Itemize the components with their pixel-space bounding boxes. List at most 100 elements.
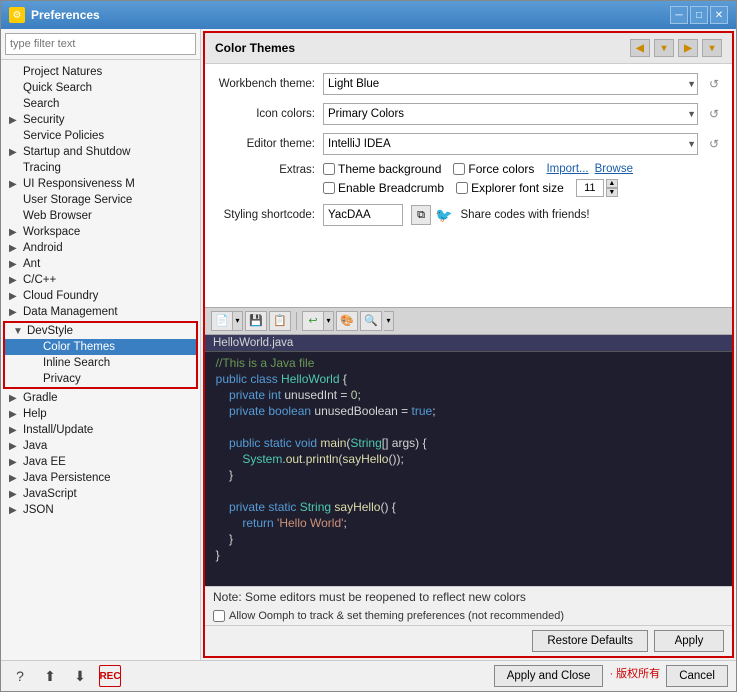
import-button[interactable]: Import... bbox=[546, 163, 588, 175]
preferences-window: ⚙ Preferences ─ □ ✕ Project Natures Quic… bbox=[0, 0, 737, 692]
sidebar-item-android[interactable]: ▶Android bbox=[1, 240, 200, 256]
restore-defaults-button[interactable]: Restore Defaults bbox=[532, 630, 648, 652]
editor-theme-select[interactable]: IntelliJ IDEA bbox=[323, 133, 698, 155]
note-text: Note: Some editors must be reopened to r… bbox=[213, 590, 526, 604]
theme-bg-checkbox[interactable]: Theme background bbox=[323, 162, 441, 176]
nav-separator2: ▾ bbox=[702, 39, 722, 57]
sidebar-item-search[interactable]: Search bbox=[1, 96, 200, 112]
workbench-select[interactable]: Light Blue bbox=[323, 73, 698, 95]
extras-content: Theme background Force colors Import... … bbox=[323, 162, 633, 197]
toolbar-saveas-btn[interactable]: 📋 bbox=[269, 311, 291, 331]
title-bar: ⚙ Preferences ─ □ ✕ bbox=[1, 1, 736, 29]
force-colors-label: Force colors bbox=[468, 162, 534, 176]
minimize-button[interactable]: ─ bbox=[670, 6, 688, 24]
sidebar-item-security[interactable]: ▶Security bbox=[1, 112, 200, 128]
explorer-font-checkbox[interactable]: Explorer font size bbox=[456, 181, 564, 195]
sidebar-item-user-storage[interactable]: User Storage Service bbox=[1, 192, 200, 208]
code-line: System.out.println(sayHello()); bbox=[205, 452, 732, 468]
sidebar-item-quick-search[interactable]: Quick Search bbox=[1, 80, 200, 96]
sidebar-item-cpp[interactable]: ▶C/C++ bbox=[1, 272, 200, 288]
help-icon[interactable]: ? bbox=[9, 665, 31, 687]
filter-input[interactable] bbox=[5, 33, 196, 55]
shortcode-label: Styling shortcode: bbox=[215, 209, 315, 221]
sidebar-item-help[interactable]: ▶Help bbox=[1, 406, 200, 422]
workbench-row: Workbench theme: Light Blue ▼ ↺ bbox=[215, 72, 722, 96]
toolbar-sep1 bbox=[296, 312, 297, 330]
sidebar-item-data-management[interactable]: ▶Data Management bbox=[1, 304, 200, 320]
filename-bar: HelloWorld.java bbox=[205, 335, 732, 352]
sidebar-item-tracing[interactable]: Tracing bbox=[1, 160, 200, 176]
nav-back-button[interactable]: ◀ bbox=[630, 39, 650, 57]
toolbar-file-dropdown[interactable]: ▾ bbox=[233, 311, 243, 331]
right-panel: Color Themes ◀ ▾ ▶ ▾ Workbench theme: Li… bbox=[203, 31, 734, 658]
sidebar-item-ui-responsiveness[interactable]: ▶UI Responsiveness M bbox=[1, 176, 200, 192]
code-line bbox=[205, 420, 732, 436]
code-editor[interactable]: //This is a Java file public class Hello… bbox=[205, 352, 732, 587]
shortcode-input[interactable] bbox=[323, 204, 403, 226]
font-size-input[interactable] bbox=[576, 179, 604, 197]
sidebar-item-java[interactable]: ▶Java bbox=[1, 438, 200, 454]
oomph-checkbox[interactable] bbox=[213, 610, 225, 622]
sidebar-item-javascript[interactable]: ▶JavaScript bbox=[1, 486, 200, 502]
theme-bg-label: Theme background bbox=[338, 162, 441, 176]
close-button[interactable]: ✕ bbox=[710, 6, 728, 24]
code-line: } bbox=[205, 468, 732, 484]
window-controls: ─ □ ✕ bbox=[670, 6, 728, 24]
workbench-refresh-icon[interactable]: ↺ bbox=[706, 76, 722, 92]
cancel-button[interactable]: Cancel bbox=[666, 665, 728, 687]
sidebar-item-java-ee[interactable]: ▶Java EE bbox=[1, 454, 200, 470]
spinner-down[interactable]: ▼ bbox=[606, 188, 618, 197]
icon-colors-refresh-icon[interactable]: ↺ bbox=[706, 106, 722, 122]
export-icon[interactable]: ⬇ bbox=[69, 665, 91, 687]
sidebar-item-json[interactable]: ▶JSON bbox=[1, 502, 200, 518]
code-line: private boolean unusedBoolean = true; bbox=[205, 404, 732, 420]
code-line: //This is a Java file bbox=[205, 356, 732, 372]
sidebar-item-workspace[interactable]: ▶ Workspace bbox=[1, 224, 200, 240]
editor-theme-refresh-icon[interactable]: ↺ bbox=[706, 136, 722, 152]
twitter-icon[interactable]: 🐦 bbox=[435, 207, 452, 224]
sidebar-item-java-persistence[interactable]: ▶Java Persistence bbox=[1, 470, 200, 486]
shortcode-row: Styling shortcode: ⧉ 🐦 Share codes with … bbox=[215, 203, 722, 227]
toolbar-file-btn[interactable]: 📄 bbox=[211, 311, 233, 331]
sidebar-item-startup[interactable]: ▶Startup and Shutdow bbox=[1, 144, 200, 160]
browse-button[interactable]: Browse bbox=[595, 163, 633, 175]
sidebar-item-devstyle[interactable]: ▼DevStyle bbox=[5, 323, 196, 339]
extras-row1: Theme background Force colors Import... … bbox=[323, 162, 633, 176]
import-icon[interactable]: ⬆ bbox=[39, 665, 61, 687]
sidebar-item-privacy[interactable]: Privacy bbox=[5, 371, 196, 387]
apply-button[interactable]: Apply bbox=[654, 630, 724, 652]
bottom-right: Apply and Close · 版权所有 Cancel bbox=[494, 665, 728, 687]
code-line: } bbox=[205, 532, 732, 548]
sidebar-item-install-update[interactable]: ▶Install/Update bbox=[1, 422, 200, 438]
apply-close-button[interactable]: Apply and Close bbox=[494, 665, 604, 687]
sidebar-item-cloud-foundry[interactable]: ▶Cloud Foundry bbox=[1, 288, 200, 304]
workbench-select-wrapper: Light Blue ▼ bbox=[323, 73, 698, 95]
record-icon[interactable]: REC bbox=[99, 665, 121, 687]
toolbar-search-btn[interactable]: 🔍 bbox=[360, 311, 382, 331]
enable-breadcrumb-checkbox[interactable]: Enable Breadcrumb bbox=[323, 181, 444, 195]
extras-row2: Enable Breadcrumb Explorer font size ▲ bbox=[323, 179, 633, 197]
copy-icon[interactable]: ⧉ bbox=[411, 205, 431, 225]
code-line: public class HelloWorld { bbox=[205, 372, 732, 388]
toolbar-palette-btn[interactable]: 🎨 bbox=[336, 311, 358, 331]
sidebar-item-project-natures[interactable]: Project Natures bbox=[1, 64, 200, 80]
sidebar: Project Natures Quick Search Search ▶Sec… bbox=[1, 29, 201, 660]
sidebar-item-web-browser[interactable]: Web Browser bbox=[1, 208, 200, 224]
restore-button[interactable]: □ bbox=[690, 6, 708, 24]
sidebar-item-color-themes[interactable]: Color Themes bbox=[5, 339, 196, 355]
icon-colors-select[interactable]: Primary Colors bbox=[323, 103, 698, 125]
sidebar-item-service-policies[interactable]: Service Policies bbox=[1, 128, 200, 144]
toolbar-undo-btn[interactable]: ↩ bbox=[302, 311, 324, 331]
sidebar-item-gradle[interactable]: ▶Gradle bbox=[1, 390, 200, 406]
force-colors-checkbox[interactable]: Force colors bbox=[453, 162, 534, 176]
sidebar-item-inline-search[interactable]: Inline Search bbox=[5, 355, 196, 371]
explorer-font-label: Explorer font size bbox=[471, 181, 564, 195]
sidebar-item-ant[interactable]: ▶Ant bbox=[1, 256, 200, 272]
toolbar-undo-dropdown[interactable]: ▾ bbox=[324, 311, 334, 331]
toolbar-search-dropdown[interactable]: ▾ bbox=[384, 311, 394, 331]
nav-forward-button[interactable]: ▶ bbox=[678, 39, 698, 57]
main-content: Project Natures Quick Search Search ▶Sec… bbox=[1, 29, 736, 660]
extras-row: Extras: Theme background Force colors bbox=[215, 162, 722, 197]
toolbar-save-btn[interactable]: 💾 bbox=[245, 311, 267, 331]
spinner-up[interactable]: ▲ bbox=[606, 179, 618, 188]
